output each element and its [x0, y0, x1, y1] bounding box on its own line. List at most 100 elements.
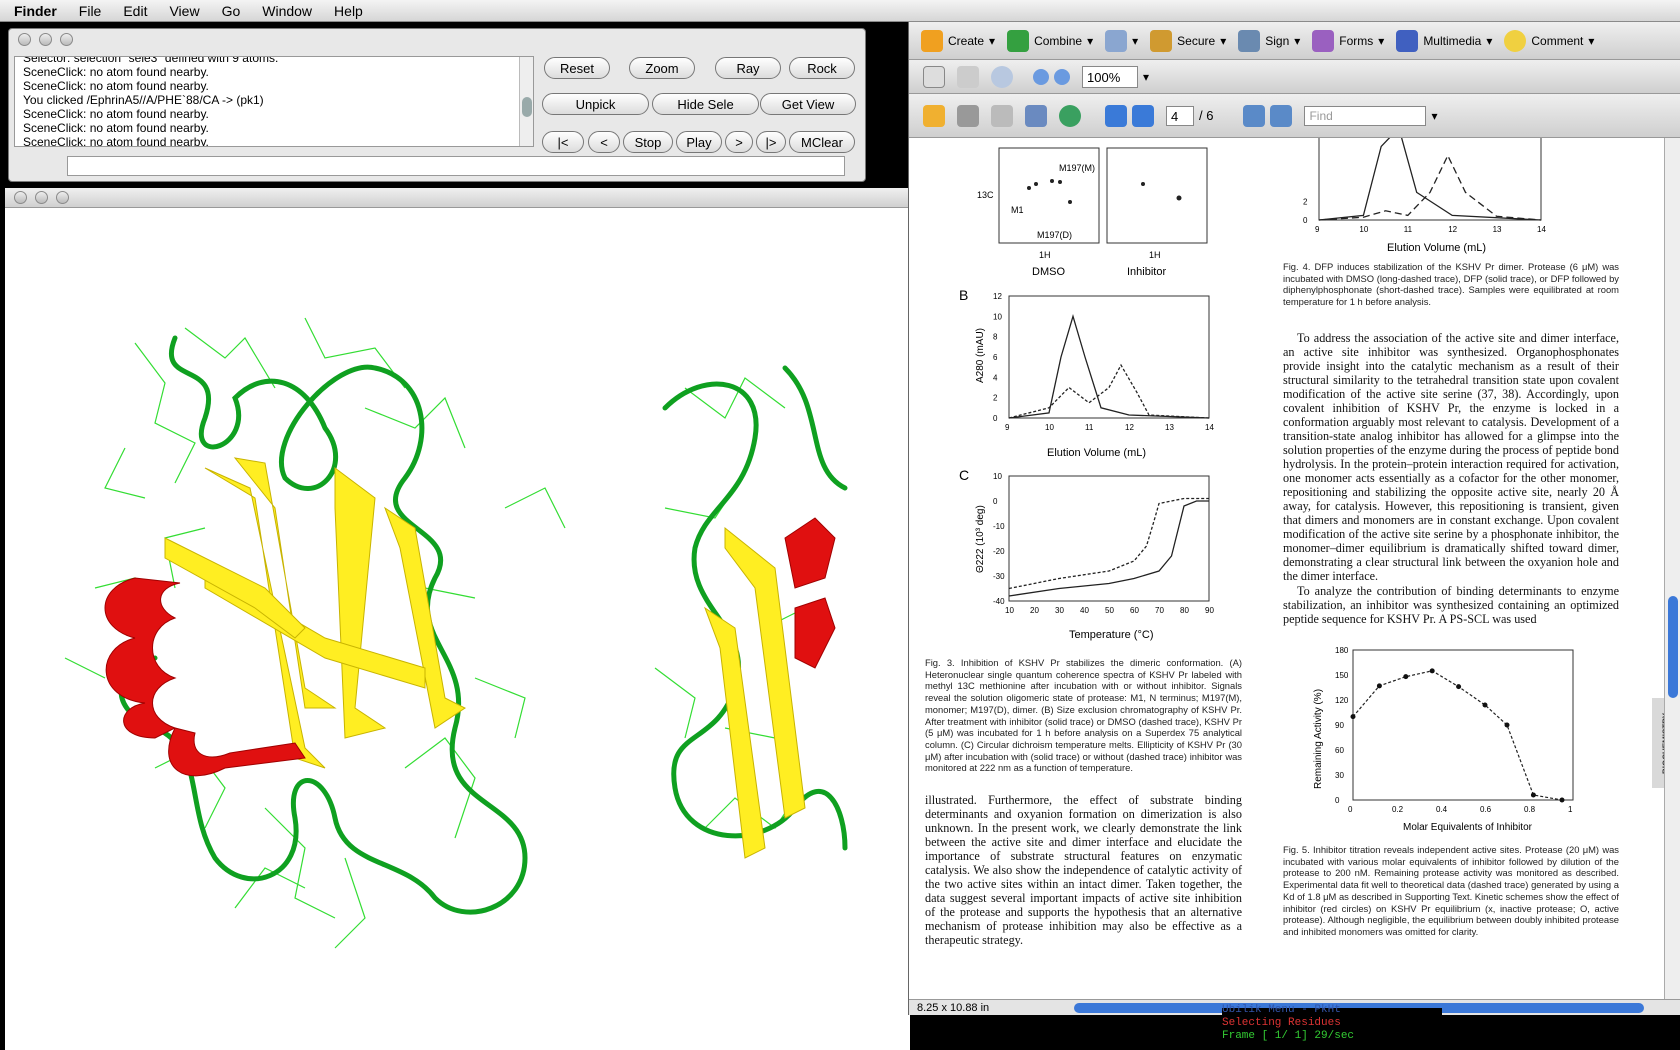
hide-sele-button[interactable]: Hide Sele	[652, 93, 759, 115]
x-tick-label: 80	[1180, 606, 1189, 615]
first-frame-button[interactable]: |<	[542, 131, 584, 153]
menu-file[interactable]: File	[68, 3, 113, 19]
label-dmso: DMSO	[1032, 266, 1065, 278]
panel-b-label: B	[959, 288, 968, 303]
last-frame-button[interactable]: |>	[756, 131, 786, 153]
app-menu[interactable]: Finder	[0, 3, 68, 19]
zoom-in-icon[interactable]	[1054, 68, 1070, 85]
fig4-chart-panel: 9 10 11 12 13 14 0 2 Elution Volume (mL)	[1303, 138, 1546, 254]
x-tick-label: 9	[1315, 225, 1320, 234]
pymol-control-window: Selector: selection "sele3" defined with…	[8, 28, 866, 182]
menu-go[interactable]: Go	[211, 3, 252, 19]
y-tick-label: 2	[993, 394, 998, 403]
fit-page-icon[interactable]	[1270, 104, 1293, 127]
protein-structure-render[interactable]	[5, 208, 910, 1050]
series-line	[1318, 154, 1542, 221]
open-folder-icon[interactable]	[923, 104, 945, 127]
close-icon[interactable]	[18, 33, 31, 46]
hand-tool-icon[interactable]	[957, 65, 979, 88]
terminal-line: Frame [ 1/ 1] 29/sec	[1222, 1030, 1355, 1042]
log-line: SceneClick: no atom found nearby.	[23, 121, 209, 135]
terminal-line: Selecting Residues	[1222, 1017, 1341, 1029]
menu-view[interactable]: View	[158, 3, 210, 19]
x-tick-label: 0.8	[1524, 805, 1536, 814]
next-page-icon[interactable]	[1132, 104, 1154, 127]
y-tick-label: -40	[993, 597, 1005, 606]
find-input[interactable]: Find	[1304, 105, 1427, 126]
multimedia-menu[interactable]: Multimedia ▾	[1396, 29, 1492, 52]
label-m1: M1	[1011, 205, 1024, 215]
fit-width-icon[interactable]	[1243, 104, 1266, 127]
previous-page-icon[interactable]	[1105, 104, 1127, 127]
combine-menu[interactable]: Combine ▾	[1007, 29, 1093, 52]
x-tick-label: 0.6	[1480, 805, 1492, 814]
y-tick-label: 0	[1303, 216, 1308, 225]
x-tick-label: 70	[1155, 606, 1164, 615]
x-tick-label: 50	[1105, 606, 1114, 615]
vertical-scrollbar[interactable]	[1664, 138, 1680, 1001]
menu-window[interactable]: Window	[251, 3, 323, 19]
fig4-caption: Fig. 4. DFP induces stabilization of the…	[1283, 261, 1619, 308]
series-line	[1008, 314, 1210, 419]
fig3c-ylabel: Θ222 (10³ deg)	[975, 505, 986, 573]
print-icon[interactable]	[957, 104, 979, 127]
next-frame-button[interactable]: >	[725, 131, 753, 153]
x-tick-label: 9	[1005, 423, 1010, 432]
zoom-icon[interactable]	[60, 33, 73, 46]
minimize-icon[interactable]	[35, 191, 48, 204]
get-view-button[interactable]: Get View	[760, 93, 856, 115]
fig3b-xlabel: Elution Volume (mL)	[1047, 447, 1146, 459]
y-tick-label: 90	[1335, 721, 1344, 730]
x-tick-label: 10	[1005, 606, 1014, 615]
menu-help[interactable]: Help	[323, 3, 374, 19]
unpick-button[interactable]: Unpick	[542, 93, 649, 115]
reset-button[interactable]: Reset	[544, 57, 610, 79]
x-tick-label: 13	[1165, 423, 1174, 432]
film-icon	[1396, 29, 1419, 52]
y-tick-label: -20	[993, 547, 1005, 556]
collaborate-menu[interactable]: ▾	[1105, 29, 1138, 52]
zoom-level-field[interactable]: 100%	[1082, 65, 1138, 88]
zoom-icon[interactable]	[56, 191, 69, 204]
sign-menu[interactable]: Sign ▾	[1238, 29, 1300, 52]
play-button[interactable]: Play	[676, 131, 722, 153]
log-line: SceneClick: no atom found nearby.	[23, 65, 209, 79]
menu-edit[interactable]: Edit	[112, 3, 158, 19]
prev-frame-button[interactable]: <	[588, 131, 620, 153]
x-tick-label: 10	[1045, 423, 1054, 432]
pdf-reader-window: Create ▾ Combine ▾ ▾ Secure ▾ Sign ▾ For…	[908, 22, 1680, 1015]
log-scrollbar[interactable]	[519, 57, 533, 146]
zoom-button[interactable]: Zoom	[629, 57, 695, 79]
x-tick-label: 40	[1080, 606, 1089, 615]
close-icon[interactable]	[14, 191, 27, 204]
page-number-field[interactable]: 4	[1166, 105, 1194, 126]
x-tick-label: 11	[1085, 423, 1094, 432]
email-icon[interactable]	[1025, 104, 1047, 127]
log-line: SceneClick: no atom found nearby.	[23, 79, 209, 93]
fit-curve	[1352, 670, 1563, 801]
zoom-tool-icon[interactable]	[991, 65, 1013, 88]
create-menu[interactable]: Create ▾	[921, 29, 995, 52]
x-tick-label: 60	[1130, 606, 1139, 615]
save-icon[interactable]	[991, 104, 1013, 127]
x-tick-label: 10	[1359, 225, 1368, 234]
pdf-page: M197(M) M1 M197(D) 13C 1H 1H DMSO Inhibi…	[909, 138, 1665, 1001]
command-input[interactable]	[67, 156, 845, 176]
mclear-button[interactable]: MClear	[789, 131, 855, 153]
forms-menu[interactable]: Forms ▾	[1312, 29, 1384, 52]
stop-button[interactable]: Stop	[623, 131, 673, 153]
y-tick-label: 180	[1335, 646, 1349, 655]
comment-menu[interactable]: Comment ▾	[1504, 29, 1594, 52]
x-tick-label: 0.4	[1436, 805, 1448, 814]
data-point	[1350, 714, 1356, 720]
pymol-viewer[interactable]	[5, 188, 910, 1050]
zoom-out-icon[interactable]	[1033, 68, 1049, 85]
minimize-icon[interactable]	[39, 33, 52, 46]
select-tool-icon[interactable]	[923, 65, 945, 88]
ray-button[interactable]: Ray	[715, 57, 781, 79]
secure-menu[interactable]: Secure ▾	[1150, 29, 1226, 52]
rock-button[interactable]: Rock	[789, 57, 855, 79]
terminal-overlay: Ubilik Menu - PkHt Selecting Residues Fr…	[1222, 1004, 1442, 1050]
share-icon[interactable]	[1059, 104, 1081, 127]
log-line: SceneClick: no atom found nearby.	[23, 107, 209, 121]
